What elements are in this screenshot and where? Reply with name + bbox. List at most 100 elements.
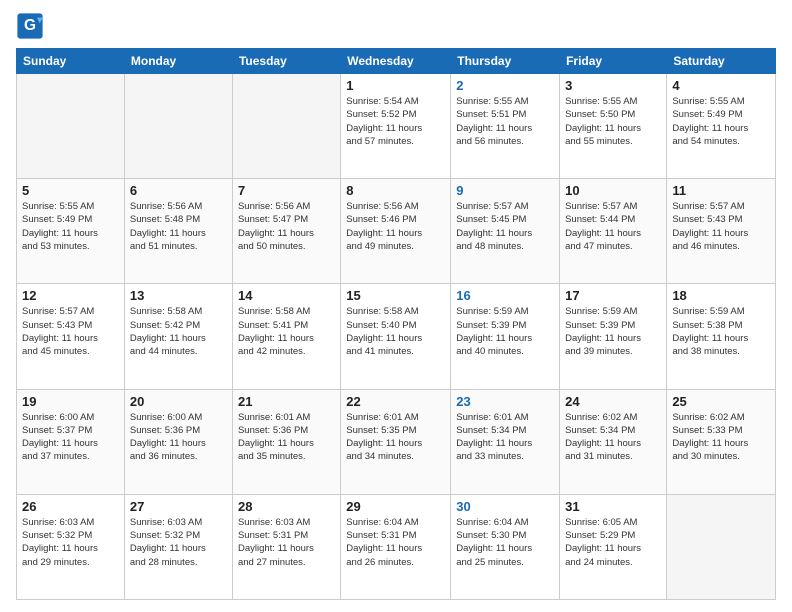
day-info: Sunrise: 5:57 AM Sunset: 5:43 PM Dayligh… [672,200,770,253]
day-info: Sunrise: 5:58 AM Sunset: 5:41 PM Dayligh… [238,305,335,358]
day-number: 1 [346,78,445,93]
day-number: 29 [346,499,445,514]
day-info: Sunrise: 5:55 AM Sunset: 5:49 PM Dayligh… [22,200,119,253]
day-info: Sunrise: 5:55 AM Sunset: 5:51 PM Dayligh… [456,95,554,148]
day-info: Sunrise: 6:01 AM Sunset: 5:35 PM Dayligh… [346,411,445,464]
day-number: 31 [565,499,661,514]
calendar-cell: 28 Sunrise: 6:03 AM Sunset: 5:31 PM Dayli… [232,494,340,599]
calendar-cell: 6Sunrise: 5:56 AM Sunset: 5:48 PM Daylig… [124,179,232,284]
calendar-cell: 9 Sunrise: 5:57 AM Sunset: 5:45 PM Daylig… [451,179,560,284]
day-number: 2 [456,78,554,93]
calendar-cell: 20Sunrise: 6:00 AM Sunset: 5:36 PM Dayli… [124,389,232,494]
day-number: 24 [565,394,661,409]
day-info: Sunrise: 5:57 AM Sunset: 5:45 PM Dayligh… [456,200,554,253]
day-number: 14 [238,288,335,303]
day-number: 18 [672,288,770,303]
header: G [16,12,776,40]
day-number: 28 [238,499,335,514]
day-info: Sunrise: 6:01 AM Sunset: 5:34 PM Dayligh… [456,411,554,464]
calendar-cell: 13Sunrise: 5:58 AM Sunset: 5:42 PM Dayli… [124,284,232,389]
day-number: 6 [130,183,227,198]
day-number: 19 [22,394,119,409]
calendar-week-1: 1 Sunrise: 5:54 AM Sunset: 5:52 PM Daylig… [17,74,776,179]
day-info: Sunrise: 6:02 AM Sunset: 5:34 PM Dayligh… [565,411,661,464]
general-blue-icon: G [16,12,44,40]
day-number: 5 [22,183,119,198]
calendar-cell: 29 Sunrise: 6:04 AM Sunset: 5:31 PM Dayli… [341,494,451,599]
day-number: 15 [346,288,445,303]
calendar-cell: 11 Sunrise: 5:57 AM Sunset: 5:43 PM Dayli… [667,179,776,284]
day-info: Sunrise: 6:03 AM Sunset: 5:31 PM Dayligh… [238,516,335,569]
calendar-week-5: 26 Sunrise: 6:03 AM Sunset: 5:32 PM Dayli… [17,494,776,599]
day-number: 17 [565,288,661,303]
calendar-cell: 27Sunrise: 6:03 AM Sunset: 5:32 PM Dayli… [124,494,232,599]
calendar-cell [667,494,776,599]
calendar-week-4: 19 Sunrise: 6:00 AM Sunset: 5:37 PM Dayli… [17,389,776,494]
day-number: 7 [238,183,335,198]
day-info: Sunrise: 5:57 AM Sunset: 5:43 PM Dayligh… [22,305,119,358]
logo: G [16,12,46,40]
calendar-week-2: 5 Sunrise: 5:55 AM Sunset: 5:49 PM Daylig… [17,179,776,284]
day-number: 22 [346,394,445,409]
day-number: 12 [22,288,119,303]
day-info: Sunrise: 6:04 AM Sunset: 5:31 PM Dayligh… [346,516,445,569]
calendar-cell: 17 Sunrise: 5:59 AM Sunset: 5:39 PM Dayli… [560,284,667,389]
day-info: Sunrise: 5:55 AM Sunset: 5:49 PM Dayligh… [672,95,770,148]
calendar-header-monday: Monday [124,49,232,74]
day-number: 9 [456,183,554,198]
calendar-cell: 23 Sunrise: 6:01 AM Sunset: 5:34 PM Dayli… [451,389,560,494]
calendar-cell: 21Sunrise: 6:01 AM Sunset: 5:36 PM Dayli… [232,389,340,494]
calendar-cell: 14 Sunrise: 5:58 AM Sunset: 5:41 PM Dayli… [232,284,340,389]
calendar-cell: 10 Sunrise: 5:57 AM Sunset: 5:44 PM Dayli… [560,179,667,284]
day-info: Sunrise: 6:00 AM Sunset: 5:37 PM Dayligh… [22,411,119,464]
day-info: Sunrise: 6:02 AM Sunset: 5:33 PM Dayligh… [672,411,770,464]
calendar-cell: 3 Sunrise: 5:55 AM Sunset: 5:50 PM Daylig… [560,74,667,179]
day-info: Sunrise: 5:56 AM Sunset: 5:47 PM Dayligh… [238,200,335,253]
day-number: 25 [672,394,770,409]
calendar-cell: 30 Sunrise: 6:04 AM Sunset: 5:30 PM Dayli… [451,494,560,599]
calendar-header-sunday: Sunday [17,49,125,74]
calendar-week-3: 12 Sunrise: 5:57 AM Sunset: 5:43 PM Dayli… [17,284,776,389]
day-info: Sunrise: 5:56 AM Sunset: 5:46 PM Dayligh… [346,200,445,253]
day-number: 11 [672,183,770,198]
day-info: Sunrise: 6:01 AM Sunset: 5:36 PM Dayligh… [238,411,335,464]
calendar-cell: 19 Sunrise: 6:00 AM Sunset: 5:37 PM Dayli… [17,389,125,494]
day-info: Sunrise: 5:55 AM Sunset: 5:50 PM Dayligh… [565,95,661,148]
calendar-header-thursday: Thursday [451,49,560,74]
calendar-cell: 1 Sunrise: 5:54 AM Sunset: 5:52 PM Daylig… [341,74,451,179]
calendar-cell: 8 Sunrise: 5:56 AM Sunset: 5:46 PM Daylig… [341,179,451,284]
calendar-cell: 16 Sunrise: 5:59 AM Sunset: 5:39 PM Dayli… [451,284,560,389]
day-info: Sunrise: 5:58 AM Sunset: 5:42 PM Dayligh… [130,305,227,358]
day-number: 8 [346,183,445,198]
day-info: Sunrise: 5:59 AM Sunset: 5:39 PM Dayligh… [565,305,661,358]
calendar: SundayMondayTuesdayWednesdayThursdayFrid… [16,48,776,600]
calendar-cell: 25 Sunrise: 6:02 AM Sunset: 5:33 PM Dayli… [667,389,776,494]
calendar-cell: 7 Sunrise: 5:56 AM Sunset: 5:47 PM Daylig… [232,179,340,284]
day-number: 16 [456,288,554,303]
calendar-header-saturday: Saturday [667,49,776,74]
day-number: 23 [456,394,554,409]
calendar-cell [232,74,340,179]
calendar-cell [17,74,125,179]
calendar-cell: 12 Sunrise: 5:57 AM Sunset: 5:43 PM Dayli… [17,284,125,389]
calendar-cell: 22 Sunrise: 6:01 AM Sunset: 5:35 PM Dayli… [341,389,451,494]
calendar-cell [124,74,232,179]
day-info: Sunrise: 6:03 AM Sunset: 5:32 PM Dayligh… [130,516,227,569]
calendar-cell: 26Sunrise: 6:03 AM Sunset: 5:32 PM Dayli… [17,494,125,599]
calendar-cell: 2 Sunrise: 5:55 AM Sunset: 5:51 PM Daylig… [451,74,560,179]
day-info: Sunrise: 6:04 AM Sunset: 5:30 PM Dayligh… [456,516,554,569]
day-number: 26 [22,499,119,514]
day-number: 30 [456,499,554,514]
day-info: Sunrise: 5:59 AM Sunset: 5:39 PM Dayligh… [456,305,554,358]
day-number: 20 [130,394,227,409]
calendar-cell: 4Sunrise: 5:55 AM Sunset: 5:49 PM Daylig… [667,74,776,179]
day-number: 3 [565,78,661,93]
calendar-cell: 5 Sunrise: 5:55 AM Sunset: 5:49 PM Daylig… [17,179,125,284]
day-info: Sunrise: 5:59 AM Sunset: 5:38 PM Dayligh… [672,305,770,358]
calendar-cell: 31Sunrise: 6:05 AM Sunset: 5:29 PM Dayli… [560,494,667,599]
day-info: Sunrise: 5:57 AM Sunset: 5:44 PM Dayligh… [565,200,661,253]
day-info: Sunrise: 5:54 AM Sunset: 5:52 PM Dayligh… [346,95,445,148]
day-number: 10 [565,183,661,198]
calendar-header-tuesday: Tuesday [232,49,340,74]
calendar-header-friday: Friday [560,49,667,74]
